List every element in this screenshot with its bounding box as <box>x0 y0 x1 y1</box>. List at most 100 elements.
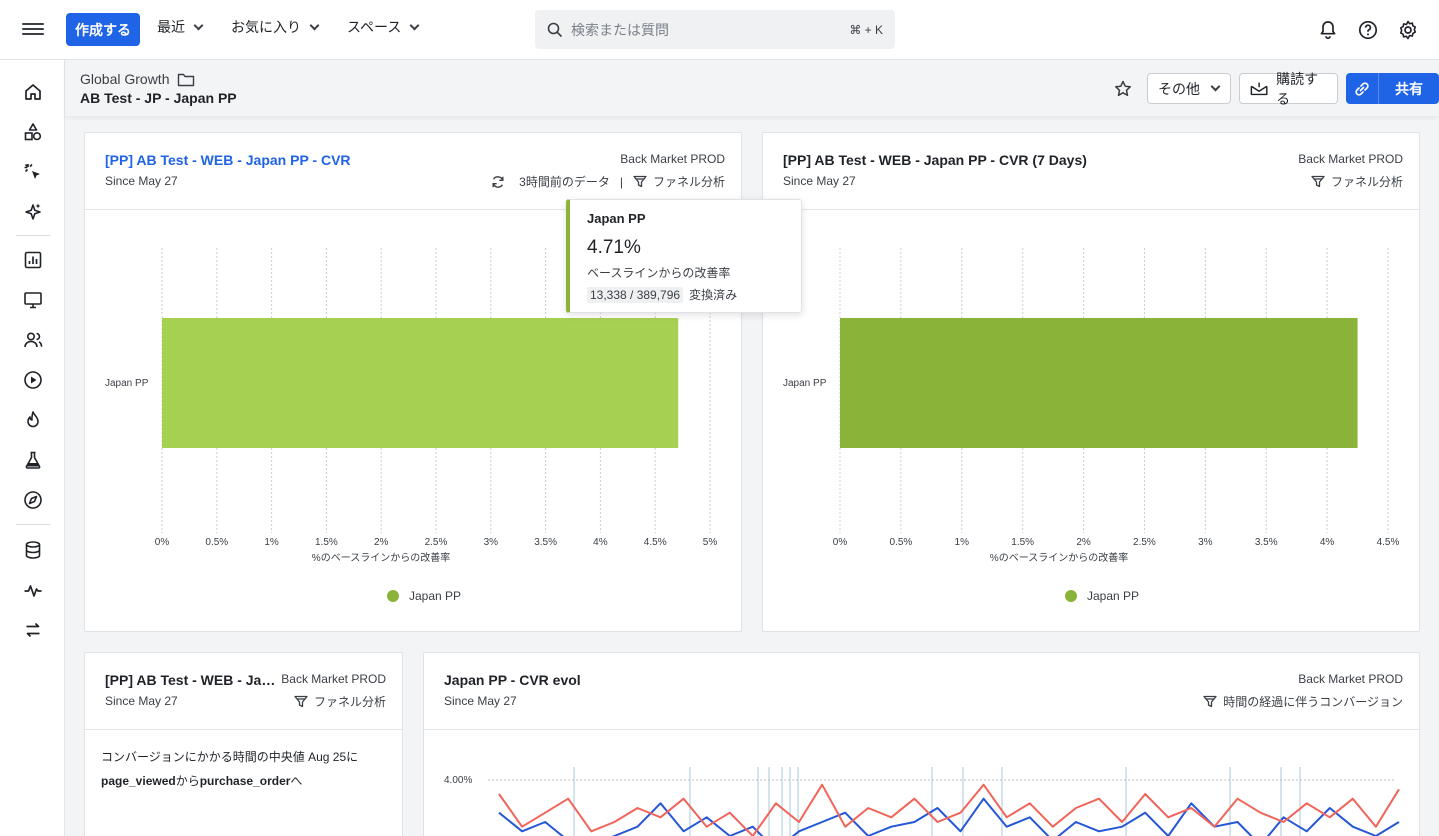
y-tick-label: 4.00% <box>444 775 472 786</box>
pulse-icon[interactable] <box>22 579 44 601</box>
sparkle-icon[interactable] <box>22 201 44 223</box>
to-word: へ <box>290 774 303 788</box>
breadcrumb-space[interactable]: Global Growth <box>80 71 169 87</box>
card-divider <box>763 209 1419 210</box>
breadcrumb[interactable]: Global Growth <box>80 71 195 87</box>
funnel-icon <box>633 175 647 188</box>
cursor-click-icon[interactable] <box>22 161 44 183</box>
card-source: Back Market PROD <box>620 152 725 166</box>
x-tick-label: 3% <box>484 537 499 548</box>
copy-link-button[interactable] <box>1346 73 1379 104</box>
legend-label: Japan PP <box>409 589 462 603</box>
subscribe-button[interactable]: 購読する <box>1239 71 1338 107</box>
nav-favorites-label: お気に入り <box>231 19 301 35</box>
median-prefix: コンバージョンにかかる時間の中央値 Aug 25に <box>101 750 359 764</box>
bar <box>162 318 679 448</box>
meta-separator: | <box>619 174 623 189</box>
card-title[interactable]: [PP] AB Test - WEB - Japan PP - CVR <box>105 152 485 168</box>
x-tick-label: 4.5% <box>1377 537 1400 548</box>
chart-type-label: ファネル分析 <box>313 695 386 709</box>
card-since: Since May 27 <box>105 694 178 708</box>
card-since: Since May 27 <box>783 174 856 188</box>
cvr-evolution-card: Japan PP - CVR evol Since May 27 Back Ma… <box>423 652 1420 836</box>
funnel-icon <box>294 695 308 708</box>
create-button[interactable]: 作成する <box>66 13 140 46</box>
page-title: AB Test - JP - Japan PP <box>80 90 237 106</box>
transfer-icon[interactable] <box>22 619 44 641</box>
bell-icon[interactable] <box>1317 19 1339 41</box>
share-group: 共有 <box>1346 73 1439 104</box>
users-icon[interactable] <box>22 329 44 351</box>
x-tick-label: 0.5% <box>889 537 912 548</box>
refresh-icon[interactable] <box>491 175 505 189</box>
x-axis-title: %のベースラインからの改善率 <box>990 551 1128 564</box>
line-chart[interactable]: 4.00% <box>424 732 1419 836</box>
bar-chart[interactable]: 0% 0.5% 1% 1.5% 2% 2.5% 3% 3.5% 4% 4.5% Japan PP %の… <box>763 233 1419 593</box>
median-time-card: [PP] AB Test - WEB - Japan PP - CVR Sinc… <box>84 652 403 836</box>
tooltip-count-suffix: 変換済み <box>689 288 738 302</box>
menu-icon[interactable] <box>22 20 44 40</box>
card-meta: ファネル分析 <box>1311 173 1403 190</box>
flame-icon[interactable] <box>22 409 44 431</box>
x-tick-label: 0% <box>155 537 170 548</box>
chart-legend[interactable]: Japan PP <box>387 589 461 603</box>
chart-icon[interactable] <box>22 249 44 271</box>
share-button[interactable]: 共有 <box>1379 73 1439 104</box>
sidebar-divider <box>16 524 50 525</box>
chevron-down-icon <box>1210 81 1221 92</box>
link-icon <box>1355 81 1369 96</box>
sidebar-divider <box>16 235 50 236</box>
chart-type-label: ファネル分析 <box>1330 175 1403 189</box>
from-event: page_viewed <box>101 774 176 788</box>
card-source: Back Market PROD <box>281 672 386 686</box>
chart-card-cvr-7days: [PP] AB Test - WEB - Japan PP - CVR (7 D… <box>762 132 1420 632</box>
card-title[interactable]: [PP] AB Test - WEB - Japan PP - CVR <box>105 672 277 688</box>
sidebar <box>0 60 65 836</box>
page-header: Global Growth AB Test - JP - Japan PP その… <box>65 60 1439 116</box>
y-category-label: Japan PP <box>783 378 827 389</box>
nav-recent[interactable]: 最近 <box>157 17 204 37</box>
search-input[interactable] <box>571 21 850 38</box>
card-since: Since May 27 <box>105 174 178 188</box>
subscribe-label: 購読する <box>1276 70 1319 107</box>
nav-spaces-label: スペース <box>347 19 402 35</box>
x-tick-label: 4% <box>593 537 608 548</box>
tooltip-value: 4.71% <box>587 237 641 258</box>
search-shortcut: ⌘ + K <box>849 22 883 37</box>
x-tick-label: 1% <box>955 537 970 548</box>
card-divider <box>424 729 1419 730</box>
nav-spaces[interactable]: スペース <box>347 17 420 37</box>
nav-recent-label: 最近 <box>157 19 185 35</box>
to-event: purchase_order <box>199 774 291 788</box>
gear-icon[interactable] <box>1397 19 1419 41</box>
from-word: から <box>175 774 200 788</box>
flask-icon[interactable] <box>22 449 44 471</box>
legend-label: Japan PP <box>1087 589 1140 603</box>
x-tick-label: 2% <box>1076 537 1091 548</box>
x-tick-label: 0% <box>833 537 848 548</box>
search-icon <box>547 22 563 37</box>
bar <box>840 318 1358 448</box>
x-tick-label: 1% <box>264 537 279 548</box>
compass-icon[interactable] <box>22 489 44 511</box>
card-title[interactable]: [PP] AB Test - WEB - Japan PP - CVR (7 D… <box>783 152 1183 168</box>
monitor-icon[interactable] <box>22 289 44 311</box>
chart-legend[interactable]: Japan PP <box>1065 589 1139 603</box>
card-since: Since May 27 <box>444 694 517 708</box>
help-icon[interactable] <box>1357 19 1379 41</box>
database-icon[interactable] <box>22 539 44 561</box>
star-icon[interactable] <box>1112 78 1134 100</box>
nav-favorites[interactable]: お気に入り <box>231 17 320 37</box>
card-title[interactable]: Japan PP - CVR evol <box>444 672 581 688</box>
card-source: Back Market PROD <box>1298 672 1403 686</box>
search-bar[interactable]: ⌘ + K <box>535 10 895 49</box>
chevron-down-icon <box>193 20 204 30</box>
play-circle-icon[interactable] <box>22 369 44 391</box>
card-meta: 3時間前のデータ | ファネル分析 <box>491 173 725 190</box>
legend-swatch <box>387 590 399 602</box>
chevron-down-icon <box>309 20 320 30</box>
more-button[interactable]: その他 <box>1147 73 1231 104</box>
shapes-icon[interactable] <box>22 121 44 143</box>
tooltip-count: 13,338 / 389,796 変換済み <box>587 286 737 303</box>
home-icon[interactable] <box>22 81 44 103</box>
